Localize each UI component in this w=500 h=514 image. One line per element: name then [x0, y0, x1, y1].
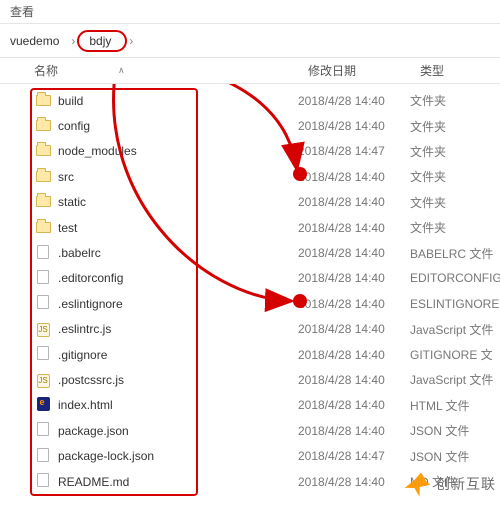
file-type: JavaScript 文件 [410, 321, 500, 338]
column-headers: 名称 ∧ 修改日期 类型 [0, 58, 500, 84]
file-date: 2018/4/28 14:40 [298, 246, 410, 260]
file-row[interactable]: .babelrc2018/4/28 14:40BABELRC 文件 [0, 240, 500, 265]
file-list: build2018/4/28 14:40文件夹config2018/4/28 1… [0, 84, 500, 500]
file-name: .editorconfig [58, 271, 298, 285]
file-type: ESLINTIGNORE [410, 297, 500, 311]
folder-icon [36, 222, 51, 233]
file-name: test [58, 221, 298, 235]
file-name: .eslintignore [58, 297, 298, 311]
file-date: 2018/4/28 14:40 [298, 297, 410, 311]
file-date: 2018/4/28 14:40 [298, 322, 410, 336]
file-row[interactable]: build2018/4/28 14:40文件夹 [0, 88, 500, 113]
file-name: .babelrc [58, 246, 298, 260]
file-row[interactable]: test2018/4/28 14:40文件夹 [0, 215, 500, 240]
file-date: 2018/4/28 14:47 [298, 449, 410, 463]
file-date: 2018/4/28 14:40 [298, 221, 410, 235]
file-date: 2018/4/28 14:40 [298, 119, 410, 133]
file-name: package-lock.json [58, 449, 298, 463]
file-date: 2018/4/28 14:40 [298, 195, 410, 209]
file-type: HTML 文件 [410, 397, 500, 414]
chevron-right-icon: › [127, 34, 135, 48]
file-name: .gitignore [58, 348, 298, 362]
file-name: package.json [58, 424, 298, 438]
file-date: 2018/4/28 14:40 [298, 271, 410, 285]
breadcrumb-current[interactable]: bdjy [77, 30, 127, 52]
file-date: 2018/4/28 14:40 [298, 170, 410, 184]
chevron-right-icon: › [69, 34, 77, 48]
html-icon [37, 397, 50, 411]
file-name: index.html [58, 398, 298, 412]
file-name: README.md [58, 475, 298, 489]
file-type: 文件夹 [410, 194, 500, 211]
file-row[interactable]: config2018/4/28 14:40文件夹 [0, 113, 500, 138]
js-icon: JS [37, 323, 50, 337]
sort-asc-icon: ∧ [118, 65, 125, 76]
file-type: 文件夹 [410, 219, 500, 236]
column-mdate[interactable]: 修改日期 [300, 62, 412, 79]
file-date: 2018/4/28 14:40 [298, 424, 410, 438]
folder-icon [36, 145, 51, 156]
file-name: build [58, 94, 298, 108]
file-row[interactable]: .gitignore2018/4/28 14:40GITIGNORE 文 [0, 342, 500, 367]
file-type: GITIGNORE 文 [410, 346, 500, 363]
file-row[interactable]: src2018/4/28 14:40文件夹 [0, 164, 500, 189]
file-type: JSON 文件 [410, 448, 500, 465]
file-name: config [58, 119, 298, 133]
file-row[interactable]: package.json2018/4/28 14:40JSON 文件 [0, 418, 500, 443]
file-type: JSON 文件 [410, 422, 500, 439]
folder-icon [36, 120, 51, 131]
file-date: 2018/4/28 14:40 [298, 475, 410, 489]
file-row[interactable]: static2018/4/28 14:40文件夹 [0, 190, 500, 215]
file-icon [37, 295, 49, 309]
menu-view[interactable]: 查看 [10, 5, 34, 19]
file-type: 文件夹 [410, 143, 500, 160]
file-date: 2018/4/28 14:40 [298, 94, 410, 108]
file-icon [37, 346, 49, 360]
file-icon [37, 473, 49, 487]
folder-icon [36, 95, 51, 106]
menu-bar: 查看 [0, 0, 500, 24]
file-icon [37, 448, 49, 462]
file-name: static [58, 195, 298, 209]
file-type: 文件夹 [410, 118, 500, 135]
file-name: .postcssrc.js [58, 373, 298, 387]
watermark: 创新互联 [406, 472, 496, 496]
watermark-text: 创新互联 [436, 474, 496, 494]
file-type: EDITORCONFIG [410, 271, 500, 285]
column-name[interactable]: 名称 ∧ [0, 62, 300, 79]
file-name: src [58, 170, 298, 184]
file-type: 文件夹 [410, 168, 500, 185]
file-icon [37, 270, 49, 284]
file-name: .eslintrc.js [58, 322, 298, 336]
file-date: 2018/4/28 14:40 [298, 348, 410, 362]
file-name: node_modules [58, 144, 298, 158]
file-row[interactable]: index.html2018/4/28 14:40HTML 文件 [0, 393, 500, 418]
file-date: 2018/4/28 14:40 [298, 398, 410, 412]
file-row[interactable]: .editorconfig2018/4/28 14:40EDITORCONFIG [0, 266, 500, 291]
breadcrumb[interactable]: vuedemo › bdjy › [0, 24, 500, 58]
file-date: 2018/4/28 14:47 [298, 144, 410, 158]
file-type: BABELRC 文件 [410, 245, 500, 262]
file-row[interactable]: JS .postcssrc.js2018/4/28 14:40JavaScript… [0, 367, 500, 392]
file-type: JavaScript 文件 [410, 371, 500, 388]
file-row[interactable]: .eslintignore2018/4/28 14:40ESLINTIGNORE [0, 291, 500, 316]
folder-icon [36, 171, 51, 182]
column-type[interactable]: 类型 [412, 62, 492, 79]
file-date: 2018/4/28 14:40 [298, 373, 410, 387]
watermark-logo-icon [403, 469, 432, 498]
file-row[interactable]: package-lock.json2018/4/28 14:47JSON 文件 [0, 443, 500, 468]
js-icon: JS [37, 374, 50, 388]
file-type: 文件夹 [410, 92, 500, 109]
column-name-label: 名称 [34, 62, 58, 79]
folder-icon [36, 196, 51, 207]
file-icon [37, 422, 49, 436]
file-icon [37, 245, 49, 259]
file-row[interactable]: node_modules2018/4/28 14:47文件夹 [0, 139, 500, 164]
breadcrumb-parent[interactable]: vuedemo [4, 30, 69, 52]
file-row[interactable]: JS .eslintrc.js2018/4/28 14:40JavaScript … [0, 317, 500, 342]
